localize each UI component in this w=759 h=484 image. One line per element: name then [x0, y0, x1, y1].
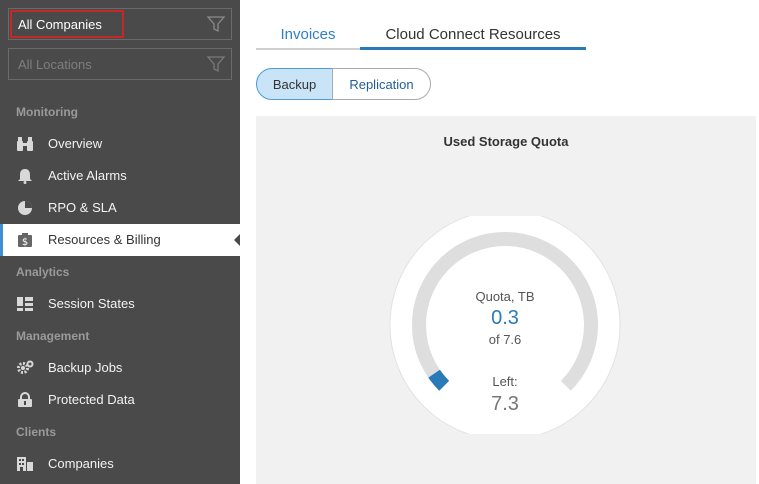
filter-icon[interactable] — [207, 55, 225, 73]
location-filter-placeholder: All Locations — [18, 57, 92, 72]
tab-label: Invoices — [280, 26, 336, 43]
location-filter[interactable]: All Locations — [8, 48, 232, 80]
sidebar-item-companies[interactable]: Companies — [0, 448, 240, 480]
gauge-left-value: 7.3 — [491, 393, 519, 415]
segment-label: Backup — [272, 77, 317, 92]
sidebar-item-label: Active Alarms — [48, 168, 127, 183]
gauge-total: of 7.6 — [488, 332, 522, 347]
section-monitoring: Monitoring — [16, 105, 78, 119]
sidebar-item-label: RPO & SLA — [48, 200, 117, 215]
quota-gauge: Quota, TB 0.3 of 7.6 Left: 7.3 — [388, 216, 622, 434]
bell-icon — [18, 169, 32, 184]
lock-icon — [18, 392, 32, 407]
active-notch — [234, 234, 240, 246]
panel-title: Used Storage Quota — [443, 134, 569, 149]
sidebar-item-label: Overview — [48, 136, 103, 151]
company-filter-value: All Companies — [18, 17, 102, 32]
gauge-left-label: Left: — [492, 374, 518, 389]
filter-icon[interactable] — [207, 15, 225, 33]
sidebar-item-label: Backup Jobs — [48, 360, 123, 375]
gauge-caption: Quota, TB — [475, 289, 535, 304]
sidebar-item-backup-jobs[interactable]: Backup Jobs — [0, 352, 240, 384]
binoculars-icon — [17, 137, 33, 151]
tab-cloud-connect-resources[interactable]: Cloud Connect Resources — [360, 20, 586, 50]
svg-text:$: $ — [22, 237, 28, 248]
session-grid-icon — [17, 297, 33, 311]
storage-quota-panel: Used Storage Quota Quota, TB 0.3 of 7.6 … — [256, 116, 756, 484]
sidebar-item-session-states[interactable]: Session States — [0, 288, 240, 320]
active-indicator — [0, 224, 3, 256]
section-clients: Clients — [16, 425, 57, 439]
sidebar-item-label: Protected Data — [48, 392, 135, 407]
sidebar-item-resources-billing[interactable]: $ Resources & Billing — [0, 224, 240, 256]
billing-icon: $ — [18, 233, 32, 248]
building-icon — [17, 457, 33, 471]
segment-label: Replication — [349, 77, 414, 92]
gear-icon — [17, 360, 34, 374]
sidebar-item-label: Resources & Billing — [48, 232, 161, 247]
sidebar-item-protected-data[interactable]: Protected Data — [0, 384, 240, 416]
sidebar: All Companies All Locations Monitoring O… — [0, 0, 240, 484]
sidebar-item-overview[interactable]: Overview — [0, 128, 240, 160]
pie-chart-icon — [18, 201, 32, 215]
gauge-used-value: 0.3 — [491, 307, 519, 329]
segment-replication[interactable]: Replication — [332, 68, 431, 100]
tab-invoices[interactable]: Invoices — [256, 20, 360, 50]
section-analytics: Analytics — [16, 265, 70, 279]
tab-label: Cloud Connect Resources — [385, 26, 561, 43]
company-filter[interactable]: All Companies — [8, 8, 232, 40]
sidebar-item-label: Session States — [48, 296, 135, 311]
segment-backup[interactable]: Backup — [256, 68, 333, 100]
sidebar-item-active-alarms[interactable]: Active Alarms — [0, 160, 240, 192]
section-management: Management — [16, 329, 90, 343]
sidebar-item-label: Companies — [48, 456, 114, 471]
sidebar-item-rpo-sla[interactable]: RPO & SLA — [0, 192, 240, 224]
